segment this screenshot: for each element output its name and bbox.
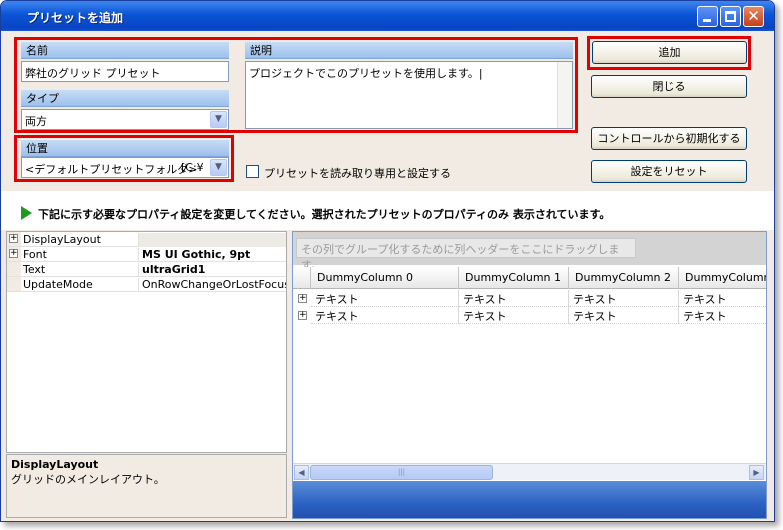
property-value[interactable] xyxy=(138,233,286,247)
property-row[interactable]: UpdateMode OnRowChangeOrLostFocus xyxy=(7,277,286,292)
plus-icon[interactable]: + xyxy=(9,249,18,258)
minimize-icon xyxy=(703,19,711,22)
description-textarea[interactable]: プロジェクトでこのプリセットを使用します。| xyxy=(245,61,573,129)
readonly-label[interactable]: プリセットを読み取り専用と設定する xyxy=(264,165,451,181)
scroll-thumb[interactable]: ||| xyxy=(310,465,493,480)
location-path: [C:¥ xyxy=(181,161,204,174)
property-row[interactable]: Text ultraGrid1 xyxy=(7,262,286,277)
table-cell[interactable]: テキスト xyxy=(679,290,766,307)
row-gutter: + xyxy=(7,247,21,261)
close-button[interactable]: ✕ xyxy=(743,6,764,27)
plus-icon[interactable]: + xyxy=(9,234,18,243)
column-header[interactable]: DummyColumn 1 xyxy=(459,267,569,289)
property-description-panel: DisplayLayout グリッドのメインレイアウト。 xyxy=(6,454,287,518)
minimize-button[interactable] xyxy=(697,6,718,27)
property-name: UpdateMode xyxy=(23,278,93,291)
description-title: DisplayLayout xyxy=(11,458,99,471)
location-header: 位置 xyxy=(21,140,229,157)
init-from-control-button[interactable]: コントロールから初期化する xyxy=(591,127,747,150)
row-gutter xyxy=(7,262,21,276)
maximize-icon xyxy=(725,11,736,22)
column-header[interactable]: DummyColumn 2 xyxy=(569,267,679,289)
description-header: 説明 xyxy=(245,42,573,59)
property-grid: + DisplayLayout + Font MS UI Gothic, 9pt… xyxy=(6,231,287,453)
play-arrow-icon xyxy=(21,206,32,220)
table-cell[interactable]: テキスト xyxy=(569,290,679,307)
plus-icon[interactable]: + xyxy=(298,294,307,303)
property-row[interactable]: + DisplayLayout xyxy=(7,232,286,247)
table-cell[interactable]: テキスト xyxy=(311,307,459,324)
chevron-down-icon[interactable]: ▼ xyxy=(210,159,227,176)
close-icon: ✕ xyxy=(747,7,760,25)
group-by-prompt: その列でグループ化するために列ヘッダーをここにドラッグします。 xyxy=(296,238,636,272)
preview-grid: その列でグループ化するために列ヘッダーをここにドラッグします。 DummyCol… xyxy=(292,231,767,519)
type-select-value: 両方 xyxy=(25,115,47,128)
grid-footer xyxy=(293,481,766,518)
table-cell[interactable]: テキスト xyxy=(311,290,459,307)
chevron-down-icon[interactable]: ▼ xyxy=(210,111,227,128)
description-body: グリッドのメインレイアウト。 xyxy=(11,473,165,486)
scroll-left-icon[interactable]: ◀ xyxy=(294,465,309,480)
group-by-area[interactable]: その列でグループ化するために列ヘッダーをここにドラッグします。 xyxy=(293,232,766,272)
readonly-checkbox[interactable] xyxy=(246,165,259,178)
column-header[interactable]: DummyColumn xyxy=(679,267,766,289)
instruction-message: 下記に示す必要なプロパティ設定を変更してください。選択されたプリセットのプロパテ… xyxy=(38,208,611,221)
location-select[interactable]: <デフォルトプリセットフォルダ> [C:¥ ▼ xyxy=(21,157,229,178)
scroll-right-icon[interactable]: ▶ xyxy=(749,465,764,480)
column-header[interactable]: DummyColumn 0 xyxy=(311,267,459,289)
location-value: <デフォルトプリセットフォルダ> xyxy=(25,163,198,176)
preset-settings-panel: 名前 弊社のグリッド プリセット タイプ 両方 ▼ 説明 プロジェクトでこのプリ… xyxy=(1,31,774,191)
table-cell[interactable]: テキスト xyxy=(459,307,569,324)
reset-settings-button[interactable]: 設定をリセット xyxy=(591,160,747,183)
add-preset-dialog: プリセットを追加 ✕ 名前 弊社のグリッド プリセット タイプ 両方 ▼ 説明 … xyxy=(0,0,775,522)
title-bar[interactable]: プリセットを追加 ✕ xyxy=(1,1,774,31)
property-row[interactable]: + Font MS UI Gothic, 9pt xyxy=(7,247,286,262)
type-header: タイプ xyxy=(21,90,229,107)
description-text: プロジェクトでこのプリセットを使用します。| xyxy=(249,67,483,80)
property-name: DisplayLayout xyxy=(23,233,101,246)
property-value[interactable]: ultraGrid1 xyxy=(138,263,286,277)
table-cell[interactable]: テキスト xyxy=(459,290,569,307)
horizontal-scrollbar[interactable]: ◀ ||| ▶ xyxy=(293,463,766,480)
type-select[interactable]: 両方 ▼ xyxy=(21,109,229,130)
close-dialog-button[interactable]: 閉じる xyxy=(591,75,747,98)
description-scrollbar[interactable] xyxy=(557,62,572,128)
row-gutter xyxy=(7,277,21,291)
plus-icon[interactable]: + xyxy=(298,311,307,320)
property-name: Text xyxy=(23,263,46,276)
table-cell[interactable]: テキスト xyxy=(569,307,679,324)
row-selector-header xyxy=(293,267,311,289)
row-gutter: + xyxy=(7,232,21,246)
property-name: Font xyxy=(23,248,47,261)
table-cell[interactable]: テキスト xyxy=(679,307,766,324)
name-header: 名前 xyxy=(21,42,229,59)
name-field[interactable]: 弊社のグリッド プリセット xyxy=(21,61,229,82)
add-button[interactable]: 追加 xyxy=(592,41,747,64)
property-value[interactable]: OnRowChangeOrLostFocus xyxy=(138,278,286,292)
property-value[interactable]: MS UI Gothic, 9pt xyxy=(138,248,286,262)
maximize-button[interactable] xyxy=(720,6,741,27)
window-title: プリセットを追加 xyxy=(27,11,124,25)
